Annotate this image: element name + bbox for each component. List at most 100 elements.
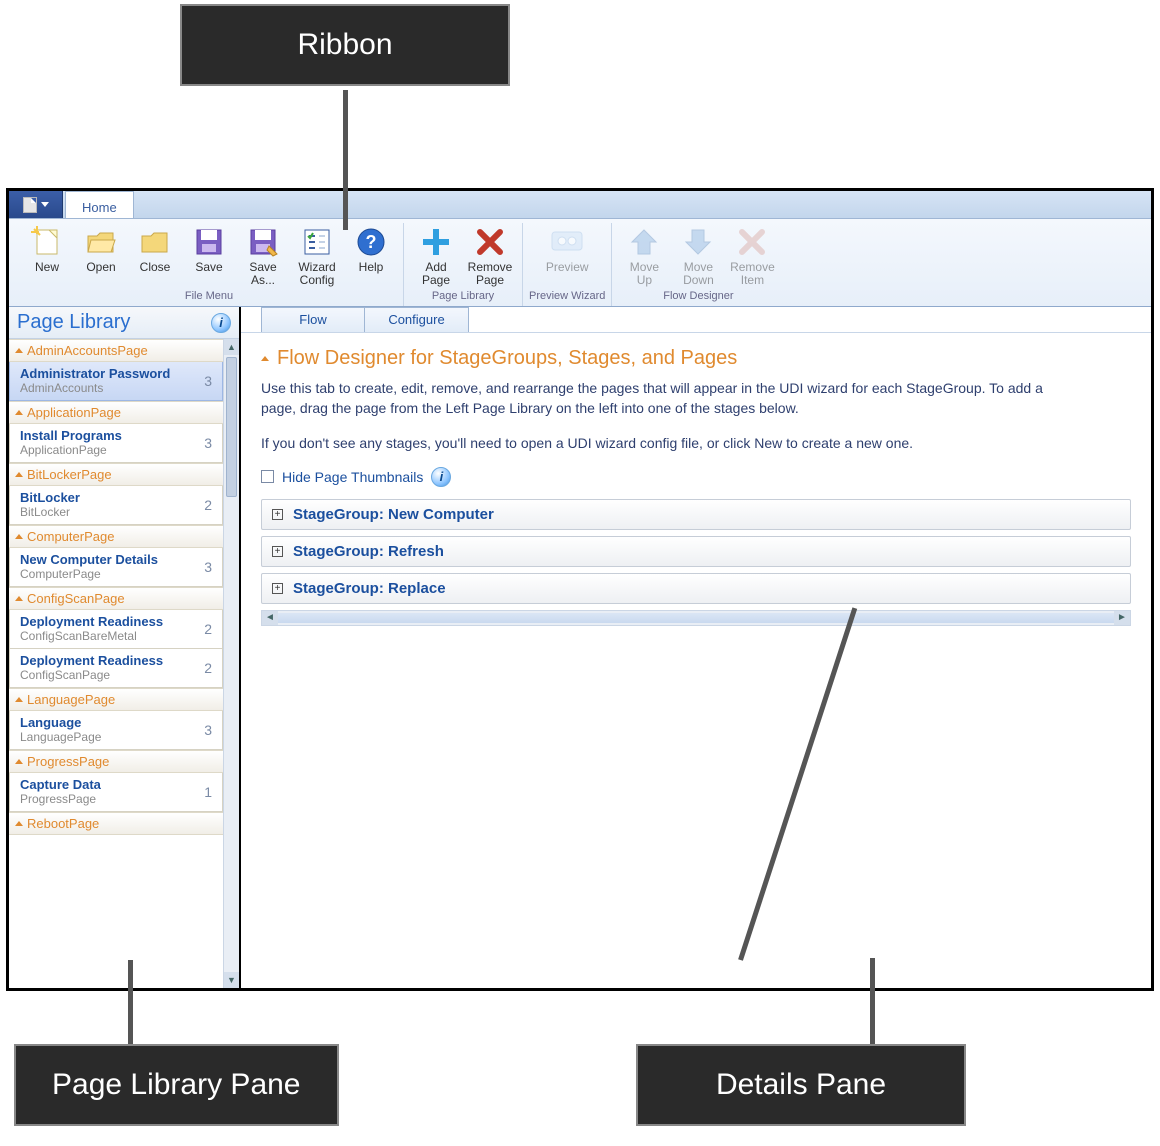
ribbon-group-file-menu: New Open Close	[15, 223, 404, 306]
library-item-count: 2	[204, 660, 216, 676]
horizontal-scrollbar[interactable]: ◄ ►	[261, 610, 1131, 626]
remove-page-button[interactable]: Remove Page	[464, 223, 516, 287]
preview-button: Preview	[532, 223, 602, 274]
library-group-header[interactable]: RebootPage	[9, 812, 223, 835]
library-item[interactable]: Administrator PasswordAdminAccounts3	[9, 362, 223, 401]
library-item-subtitle: ConfigScanBareMetal	[20, 629, 163, 643]
info-icon[interactable]: i	[211, 313, 231, 333]
save-as-icon	[246, 225, 280, 259]
library-group-name: ProgressPage	[27, 754, 109, 769]
library-item[interactable]: Install ProgramsApplicationPage3	[9, 424, 223, 463]
library-item-count: 3	[204, 373, 216, 389]
vertical-scrollbar[interactable]: ▲ ▼	[223, 339, 239, 988]
tab-configure[interactable]: Configure	[365, 307, 469, 332]
flow-designer-heading-text: Flow Designer for StageGroups, Stages, a…	[277, 347, 737, 370]
stage-group-label: StageGroup: New Computer	[293, 506, 494, 523]
expand-caret-icon	[15, 697, 23, 702]
x-icon	[473, 225, 507, 259]
arrow-up-icon	[627, 225, 661, 259]
library-item-count: 2	[204, 497, 216, 513]
callout-details: Details Pane	[636, 1044, 966, 1126]
body: Page Library i AdminAccountsPageAdminist…	[9, 307, 1151, 988]
x-faded-icon	[735, 225, 769, 259]
add-page-button[interactable]: Add Page	[410, 223, 462, 287]
app-window: Home New Open	[6, 188, 1154, 991]
stage-group-row[interactable]: + StageGroup: Replace	[261, 573, 1131, 604]
remove-page-label: Remove Page	[466, 261, 514, 287]
hide-thumbnails-checkbox[interactable]	[261, 470, 274, 483]
library-item-count: 3	[204, 559, 216, 575]
scroll-up-icon[interactable]: ▲	[224, 339, 239, 355]
close-button[interactable]: Close	[129, 223, 181, 287]
library-group-header[interactable]: LanguagePage	[9, 688, 223, 711]
info-icon[interactable]: i	[431, 467, 451, 487]
library-group-header[interactable]: ProgressPage	[9, 750, 223, 773]
tab-flow[interactable]: Flow	[261, 307, 365, 332]
library-item[interactable]: Deployment ReadinessConfigScanBareMetal 2	[9, 610, 223, 649]
wizard-config-button[interactable]: Wizard Config	[291, 223, 343, 287]
document-icon	[23, 197, 37, 213]
ribbon-group-page-library: Add Page Remove Page Page Library	[404, 223, 523, 306]
svg-text:?: ?	[366, 232, 377, 252]
new-icon	[30, 225, 64, 259]
scroll-down-icon[interactable]: ▼	[224, 972, 239, 988]
scroll-right-icon[interactable]: ►	[1114, 611, 1130, 625]
callout-page-library: Page Library Pane	[14, 1044, 339, 1126]
library-item-subtitle: BitLocker	[20, 505, 80, 519]
expand-caret-icon[interactable]	[261, 356, 269, 361]
library-group-header[interactable]: ComputerPage	[9, 525, 223, 548]
help-button[interactable]: ? Help	[345, 223, 397, 287]
library-item-count: 2	[204, 621, 216, 637]
app-menu-button[interactable]	[9, 191, 63, 218]
expand-plus-icon[interactable]: +	[272, 509, 283, 520]
library-group-header[interactable]: AdminAccountsPage	[9, 339, 223, 362]
stage-group-label: StageGroup: Replace	[293, 580, 446, 597]
library-item[interactable]: Deployment ReadinessConfigScanPage2	[9, 649, 223, 688]
ribbon-group-file-menu-label: File Menu	[185, 290, 233, 306]
library-group-name: BitLockerPage	[27, 467, 112, 482]
scroll-left-icon[interactable]: ◄	[262, 611, 278, 625]
page-library-pane: Page Library i AdminAccountsPageAdminist…	[9, 307, 241, 988]
library-item[interactable]: LanguageLanguagePage3	[9, 711, 223, 750]
library-group-header[interactable]: ApplicationPage	[9, 401, 223, 424]
expand-caret-icon	[15, 759, 23, 764]
library-item-title: Deployment Readiness	[20, 614, 163, 629]
save-button[interactable]: Save	[183, 223, 235, 287]
library-item[interactable]: Capture DataProgressPage1	[9, 773, 223, 812]
callout-ribbon: Ribbon	[180, 4, 510, 86]
library-item-title: Deployment Readiness	[20, 653, 163, 668]
expand-caret-icon	[15, 472, 23, 477]
save-as-button[interactable]: Save As...	[237, 223, 289, 287]
callout-page-library-line	[128, 960, 133, 1046]
page-library-scroll: AdminAccountsPageAdministrator PasswordA…	[9, 339, 239, 988]
library-group-header[interactable]: ConfigScanPage	[9, 587, 223, 610]
open-button[interactable]: Open	[75, 223, 127, 287]
library-item[interactable]: New Computer DetailsComputerPage3	[9, 548, 223, 587]
scroll-track[interactable]	[278, 613, 1114, 623]
library-item-subtitle: ComputerPage	[20, 567, 158, 581]
tab-home[interactable]: Home	[65, 191, 134, 218]
remove-item-button: Remove Item	[726, 223, 778, 287]
library-item-title: BitLocker	[20, 490, 80, 505]
expand-plus-icon[interactable]: +	[272, 546, 283, 557]
library-item[interactable]: BitLockerBitLocker 2	[9, 486, 223, 525]
stage-group-row[interactable]: +StageGroup: Refresh	[261, 536, 1131, 567]
wizard-config-icon	[300, 225, 334, 259]
move-up-label: Move Up	[620, 261, 668, 287]
flow-designer-description-1: Use this tab to create, edit, remove, an…	[261, 378, 1081, 419]
expand-caret-icon	[15, 596, 23, 601]
scroll-thumb[interactable]	[226, 357, 237, 497]
plus-icon	[419, 225, 453, 259]
stage-group-row[interactable]: + StageGroup: New Computer	[261, 499, 1131, 530]
move-down-button: Move Down	[672, 223, 724, 287]
library-item-subtitle: AdminAccounts	[20, 381, 170, 395]
library-item-subtitle: LanguagePage	[20, 730, 101, 744]
callout-details-line-2	[870, 958, 875, 1046]
library-group-header[interactable]: BitLockerPage	[9, 463, 223, 486]
callout-ribbon-line	[343, 90, 348, 230]
new-button[interactable]: New	[21, 223, 73, 287]
folder-icon	[138, 225, 172, 259]
expand-plus-icon[interactable]: +	[272, 583, 283, 594]
library-group-name: RebootPage	[27, 816, 99, 831]
library-group-name: LanguagePage	[27, 692, 115, 707]
